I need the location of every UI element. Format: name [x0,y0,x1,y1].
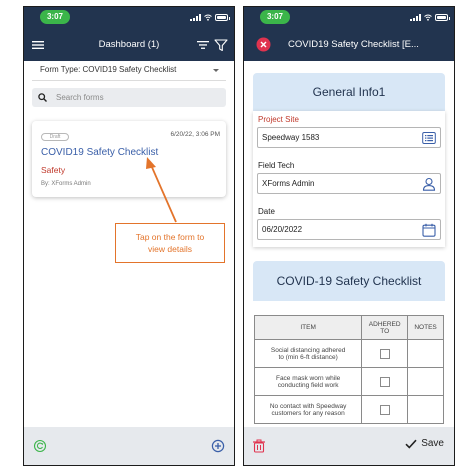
adhered-cell [361,367,409,396]
table-row: No contact with Speedway customers for a… [253,395,444,424]
row-item-text: Face mask worn while conducting field wo… [253,367,363,396]
battery-icon [435,13,450,21]
column-header-adhered-line-2: TO [380,327,390,335]
callout-line-1: Tap on the form to [135,232,205,242]
wifi-icon [424,14,432,21]
tooltip-callout: Tap on the form to view details [115,223,225,263]
project-site-label: Project Site [258,115,299,124]
adhered-checkbox[interactable] [379,404,390,415]
field-tech-field[interactable]: XForms Admin [257,173,441,194]
project-site-value: Speedway 1583 [262,133,320,142]
notes-cell[interactable] [407,395,444,424]
save-button[interactable]: Save [405,438,444,449]
adhered-checkbox[interactable] [379,376,390,387]
row-item-line-2: conducting field work [277,381,339,389]
section-header-checklist: COVID-19 Safety Checklist [253,261,445,301]
checkmark-icon [405,439,417,449]
section-header-general: General Info1 [253,73,445,111]
callout-line-2: view details [148,244,192,254]
nav-bar: COVID19 Safety Checklist [E... [244,29,454,61]
row-item-line-1: Social distancing adhered [270,346,346,354]
project-site-field[interactable]: Speedway 1583 [257,127,441,148]
row-item-line-1: No contact with Speedway [269,402,347,410]
date-value: 06/20/2022 [262,225,303,234]
column-header-adhered: ADHERED TO [361,315,409,340]
refresh-icon[interactable] [33,439,47,453]
close-circle-icon[interactable] [256,37,271,52]
save-label: Save [421,438,444,449]
field-tech-value: XForms Admin [262,179,315,188]
notes-cell[interactable] [407,339,444,368]
status-icons [410,11,450,23]
notes-cell[interactable] [407,367,444,396]
form-detail-screen: 3:07 COVID19 Safety Checklist [E... Gene… [243,6,455,466]
user-icon[interactable] [422,177,436,191]
adhered-cell [361,339,409,368]
row-item-text: No contact with Speedway customers for a… [253,395,363,424]
status-time: 3:07 [260,10,290,24]
adhered-cell [361,395,409,424]
row-item-text: Social distancing adhered to (min 6-ft d… [253,339,363,368]
column-header-notes: NOTES [407,315,444,340]
dashboard-screen: 3:07 Dashboard (1) Form Type: COVID19 Sa… [23,6,235,466]
table-header-row: ITEM ADHERED TO NOTES [253,315,444,340]
row-item-line-1: Face mask worn while [275,374,341,382]
column-header-adhered-line-1: ADHERED [368,320,401,328]
table-row: Social distancing adhered to (min 6-ft d… [253,339,444,368]
signal-icon [410,13,421,21]
table-row: Face mask worn while conducting field wo… [253,367,444,396]
bottom-toolbar [24,427,234,465]
trash-icon[interactable] [252,439,266,453]
bottom-toolbar: Save [244,427,454,465]
calendar-icon[interactable] [422,223,436,237]
date-label: Date [258,207,275,216]
checklist-table: ITEM ADHERED TO NOTES Social distancing … [253,315,444,424]
page-title: COVID19 Safety Checklist [E... [288,39,419,50]
field-tech-label: Field Tech [258,161,295,170]
status-bar: 3:07 [244,7,454,29]
row-item-line-2: to (min 6-ft distance) [278,353,338,361]
adhered-checkbox[interactable] [379,348,390,359]
row-item-line-2: customers for any reason [271,409,345,417]
column-header-item: ITEM [253,315,363,340]
list-icon[interactable] [422,131,436,145]
date-field[interactable]: 06/20/2022 [257,219,441,240]
add-circle-icon[interactable] [211,439,225,453]
